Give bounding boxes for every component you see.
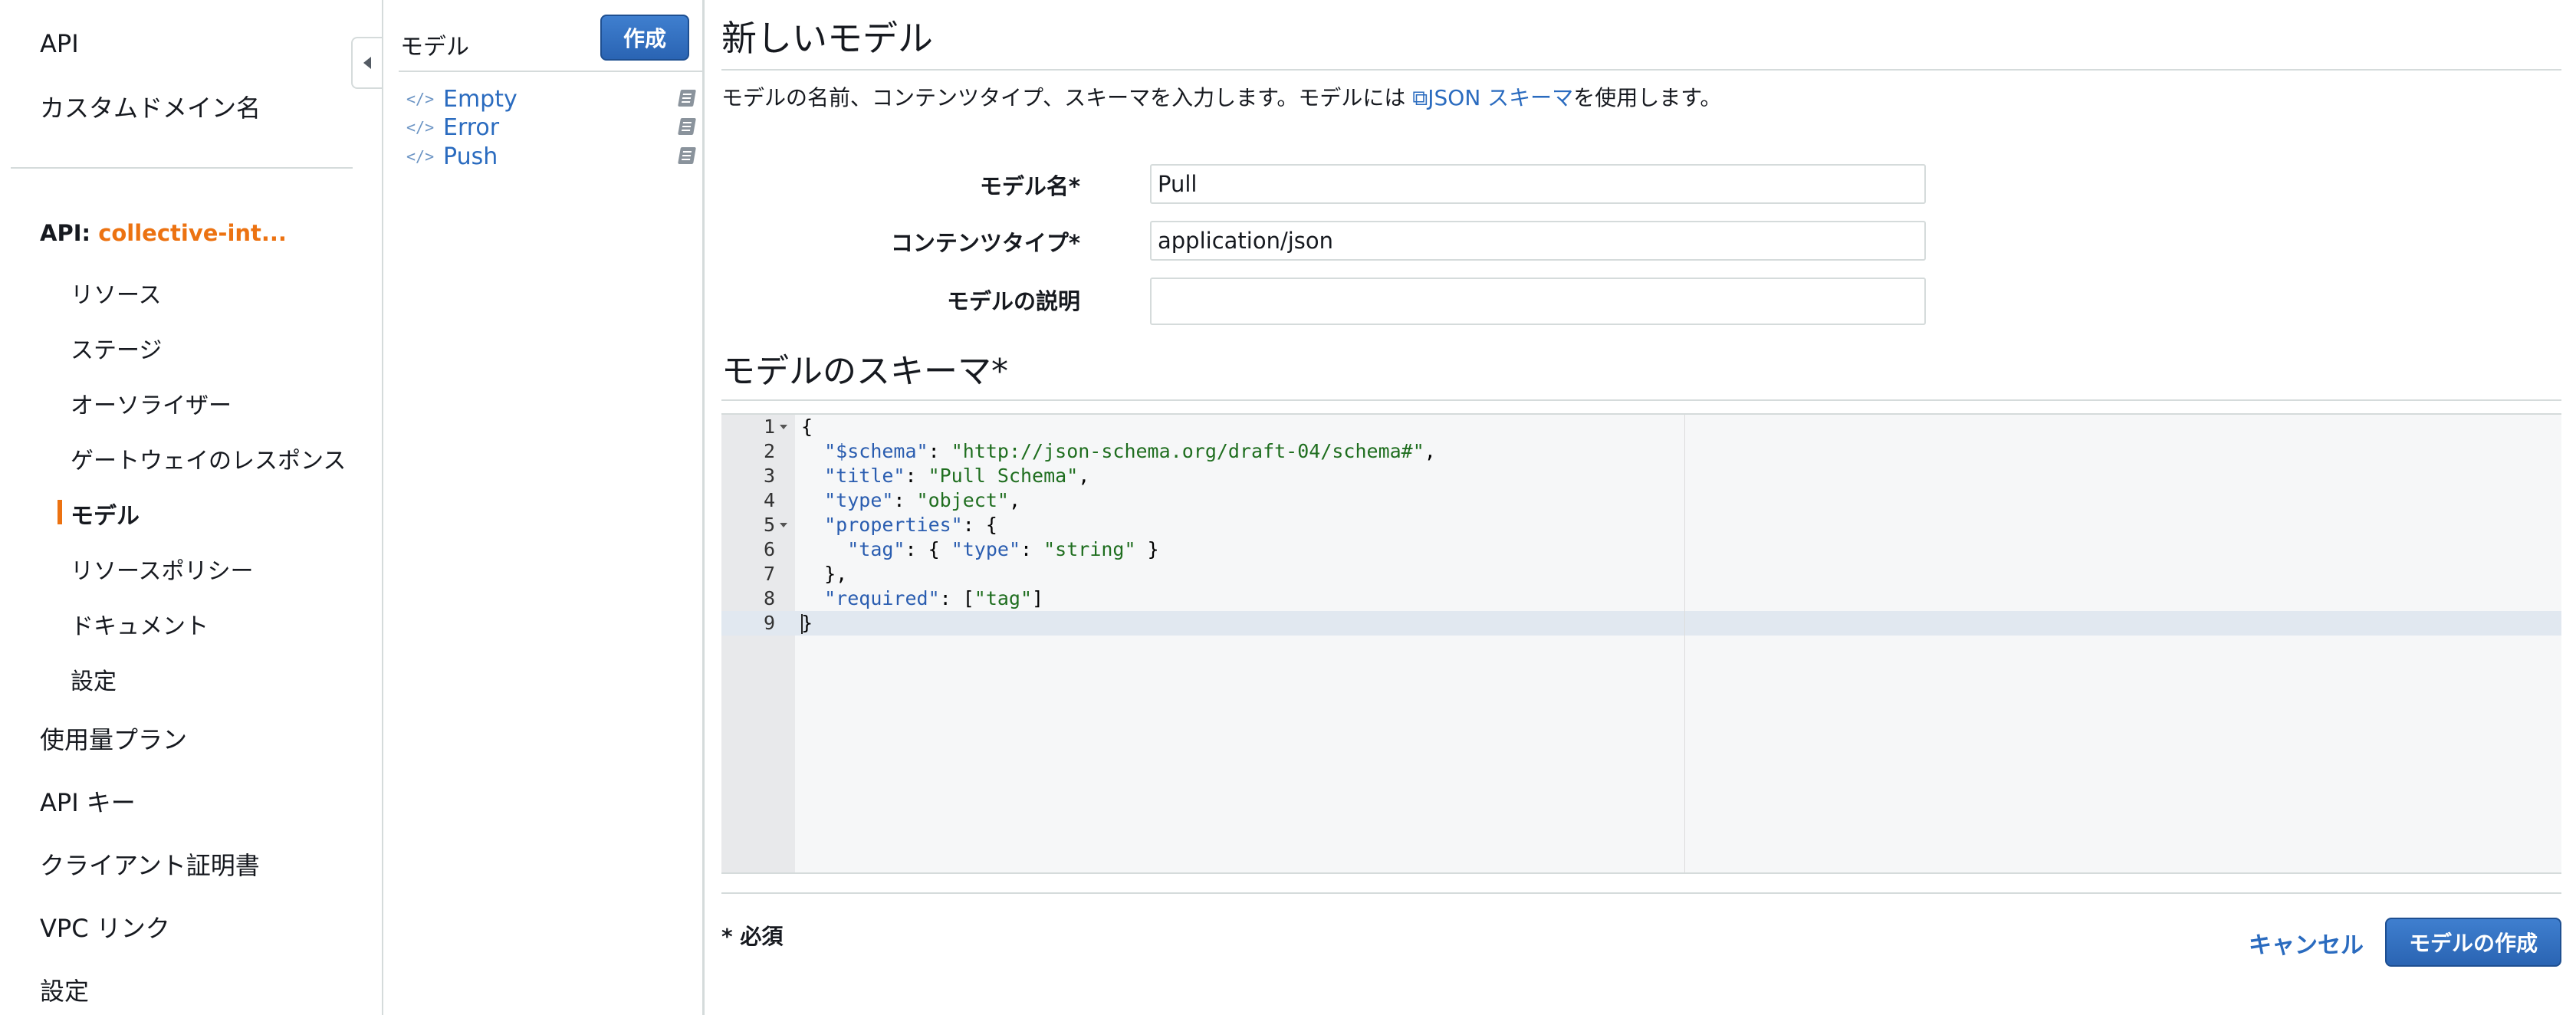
line-number: 2 <box>763 440 775 462</box>
caret-left-icon <box>363 57 371 69</box>
code-line: "title": "Pull Schema", <box>824 465 1090 487</box>
line-number: 3 <box>763 465 775 487</box>
required-note: * 必須 <box>721 924 784 949</box>
json-schema-link-label[interactable]: JSON スキーマ <box>1428 85 1573 110</box>
document-icon[interactable] <box>678 118 696 135</box>
page-title: 新しいモデル <box>721 18 933 59</box>
active-nav-marker <box>58 500 62 524</box>
line-number: 6 <box>763 538 775 560</box>
nav-item-usage-plans[interactable]: 使用量プラン <box>40 721 187 756</box>
collapse-nav-button[interactable] <box>351 37 382 89</box>
nav-item-resources[interactable]: リソース <box>71 276 162 310</box>
cancel-button[interactable]: キャンセル <box>2249 926 2364 960</box>
model-label[interactable]: Empty <box>443 86 518 113</box>
nav-item-settings[interactable]: 設定 <box>71 662 117 696</box>
api-heading-prefix: API: <box>40 220 99 246</box>
schema-heading: モデルのスキーマ* <box>721 352 1008 391</box>
document-icon[interactable] <box>678 90 696 107</box>
code-line: "properties": { <box>824 514 997 536</box>
line-number: 9 <box>763 612 775 634</box>
title-divider <box>721 69 2561 71</box>
model-item-empty[interactable]: </> Empty <box>406 85 698 113</box>
text-cursor <box>801 614 803 634</box>
model-item-push[interactable]: </> Push <box>406 143 698 170</box>
api-heading[interactable]: API: collective-int... <box>40 220 287 246</box>
line-number: 8 <box>763 587 775 609</box>
model-label[interactable]: Error <box>443 114 499 141</box>
nav-item-api-keys[interactable]: API キー <box>40 783 136 819</box>
active-line-highlight <box>721 611 2561 636</box>
code-icon: </> <box>406 118 435 136</box>
models-panel: モデル 作成 </> Empty </> Error </> Push <box>383 0 702 1015</box>
code-line: }, <box>801 563 848 585</box>
footer-divider <box>721 892 2561 894</box>
create-model-button[interactable]: 作成 <box>600 15 689 61</box>
content-type-label: コンテンツタイプ* <box>890 230 1080 256</box>
nav-item-authorizers[interactable]: オーソライザー <box>71 386 232 420</box>
intro-text-before: モデルの名前、コンテンツタイプ、スキーマを入力します。モデルには <box>721 85 1413 110</box>
fold-toggle-icon[interactable] <box>780 523 787 527</box>
line-number: 7 <box>763 563 775 585</box>
nav-item-custom-domain[interactable]: カスタムドメイン名 <box>40 89 261 124</box>
model-name-input[interactable] <box>1150 164 1926 204</box>
schema-code-editor[interactable]: 1 2 3 4 5 6 7 8 9 { "$schema": "http://j… <box>721 413 2561 874</box>
content-type-input[interactable] <box>1150 221 1926 261</box>
print-margin <box>1684 415 1685 872</box>
nav-item-stages[interactable]: ステージ <box>71 331 162 365</box>
code-line: "tag": { "type": "string" } <box>847 538 1159 560</box>
code-line: } <box>801 612 813 634</box>
nav-item-global-settings[interactable]: 設定 <box>40 972 89 1007</box>
api-name: collective-int... <box>98 220 287 246</box>
intro-text: モデルの名前、コンテンツタイプ、スキーマを入力します。モデルには ⧉JSON ス… <box>721 81 1721 112</box>
model-description-label: モデルの説明 <box>946 288 1080 314</box>
nav-item-resource-policy[interactable]: リソースポリシー <box>71 552 254 586</box>
external-link-icon: ⧉ <box>1412 85 1428 110</box>
code-icon: </> <box>406 147 435 166</box>
nav-divider <box>11 167 353 169</box>
code-line: "required": ["tag"] <box>824 587 1044 609</box>
code-line: "$schema": "http://json-schema.org/draft… <box>824 440 1436 462</box>
code-icon: </> <box>406 90 435 108</box>
model-description-input[interactable] <box>1150 278 1926 325</box>
models-divider <box>399 71 702 72</box>
json-schema-link[interactable]: ⧉JSON スキーマ <box>1412 85 1573 110</box>
intro-text-after: を使用します。 <box>1573 85 1722 110</box>
nav-item-models[interactable]: モデル <box>71 497 140 530</box>
schema-divider <box>721 399 2561 401</box>
document-icon[interactable] <box>678 147 696 164</box>
nav-item-vpc-links[interactable]: VPC リンク <box>40 909 170 944</box>
nav-item-documentation[interactable]: ドキュメント <box>71 607 209 641</box>
code-line: "type": "object", <box>824 489 1021 511</box>
nav-item-client-certificates[interactable]: クライアント証明書 <box>40 846 260 882</box>
line-number: 5 <box>763 514 775 536</box>
models-panel-title: モデル <box>400 34 469 61</box>
code-line: { <box>801 416 813 438</box>
create-model-submit-button[interactable]: モデルの作成 <box>2385 918 2561 967</box>
line-number: 4 <box>763 489 775 511</box>
line-number: 1 <box>763 416 775 438</box>
model-label[interactable]: Push <box>443 143 498 170</box>
model-name-label: モデル名* <box>979 173 1080 199</box>
main-content: 新しいモデル モデルの名前、コンテンツタイプ、スキーマを入力します。モデルには … <box>705 0 2576 1015</box>
nav-item-gateway-responses[interactable]: ゲートウェイのレスポンス <box>71 442 346 475</box>
nav-item-api[interactable]: API <box>40 29 79 58</box>
fold-toggle-icon[interactable] <box>780 425 787 429</box>
left-navigation: API カスタムドメイン名 API: collective-int... リソー… <box>0 0 354 1015</box>
model-item-error[interactable]: </> Error <box>406 113 698 141</box>
